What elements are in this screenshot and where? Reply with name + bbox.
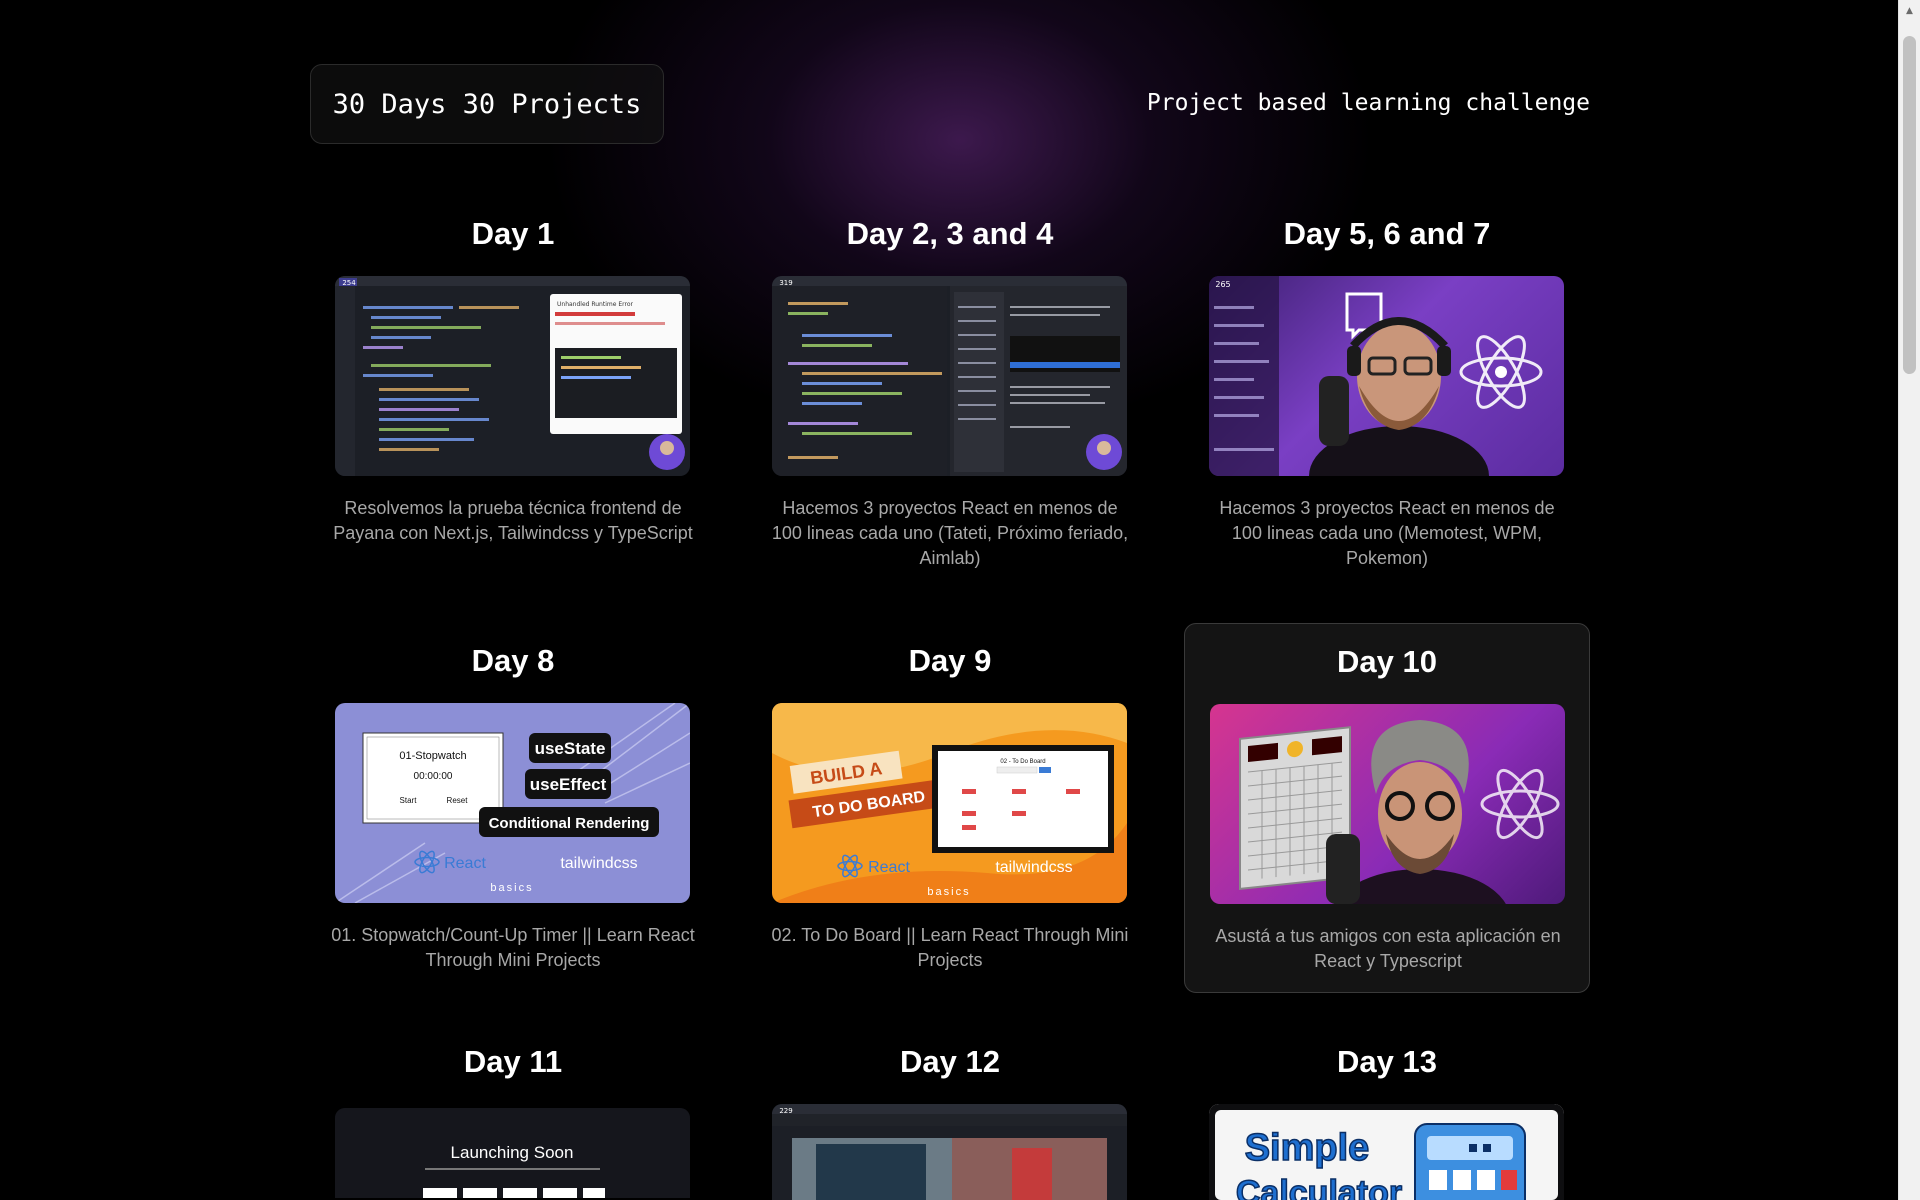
reset-label: Reset — [447, 796, 469, 805]
project-thumbnail[interactable] — [1210, 704, 1565, 904]
viewer-count: 229 — [779, 1107, 792, 1115]
project-card-day-1[interactable]: Day 1 254 Unhandled Runtime Error Resolv… — [310, 196, 716, 586]
project-thumbnail[interactable]: Launching Soon — [335, 1108, 690, 1198]
streamer-minesweeper-photo-icon — [1239, 720, 1560, 904]
banner-word-simple: Simple — [1245, 1127, 1370, 1169]
card-title: Day 2, 3 and 4 — [846, 216, 1054, 251]
banner-word-calculator: Calculator — [1236, 1174, 1402, 1200]
project-card-day-13[interactable]: Day 13 Simple Calculator — [1184, 1024, 1590, 1200]
todo-board-banner-icon: BUILD A TO DO BOARD 02 - To Do Board Rea… — [772, 703, 1127, 903]
tailwind-logo-text: tailwindcss — [560, 855, 637, 872]
code-editor-screenshot-icon: 254 Unhandled Runtime Error — [335, 276, 690, 476]
start-label: Start — [400, 796, 418, 805]
card-description: 01. Stopwatch/Count-Up Timer || Learn Re… — [331, 925, 695, 970]
tailwind-logo-text: tailwindcss — [995, 859, 1072, 876]
tagline: Project based learning challenge — [1146, 90, 1590, 116]
tag-usestate: useState — [535, 739, 606, 758]
browser-screenshot-icon: 229 — [772, 1104, 1127, 1200]
tag-useeffect: useEffect — [530, 775, 607, 794]
card-title: Day 13 — [1337, 1044, 1437, 1079]
stopwatch-time: 00:00:00 — [414, 771, 453, 782]
page-scrollbar[interactable]: ▲ — [1898, 0, 1920, 1200]
card-description: Resolvemos la prueba técnica frontend de… — [333, 498, 693, 543]
scrollbar-thumb[interactable] — [1903, 36, 1916, 374]
card-title: Day 5, 6 and 7 — [1283, 216, 1491, 251]
error-caption: Unhandled Runtime Error — [557, 301, 633, 308]
project-card-day-12[interactable]: Day 12 229 — [747, 1024, 1153, 1200]
basics-label: basics — [490, 882, 533, 894]
react-logo-text: React — [444, 855, 486, 872]
project-thumbnail[interactable]: 265 — [1209, 276, 1564, 476]
streamer-photo-icon: 265 — [1209, 276, 1543, 476]
card-description: Hacemos 3 proyectos React en menos de 10… — [771, 498, 1129, 568]
code-editor-screenshot-icon: 319 — [772, 276, 1127, 476]
card-title: Day 1 — [471, 216, 555, 251]
project-thumbnail[interactable]: 254 Unhandled Runtime Error — [335, 276, 690, 476]
project-card-day-11[interactable]: Day 11 Launching Soon — [310, 1024, 716, 1200]
project-thumbnail[interactable]: 229 — [772, 1104, 1127, 1200]
stopwatch-banner-icon: 01-Stopwatch 00:00:00 Start Reset useSta… — [335, 703, 690, 903]
scroll-up-arrow-icon[interactable]: ▲ — [1899, 6, 1920, 16]
viewer-count: 319 — [779, 279, 792, 287]
project-card-day-9[interactable]: Day 9 BUILD A TO DO BOARD 02 - To Do Boa… — [747, 623, 1153, 993]
card-description: Asustá a tus amigos con esta aplicación … — [1215, 926, 1561, 971]
card-description: Hacemos 3 proyectos React en menos de 10… — [1219, 498, 1555, 568]
launching-soon-screenshot-icon: Launching Soon — [335, 1108, 690, 1198]
project-card-day-8[interactable]: Day 8 01-Stopwatch 00:00:00 Start Reset … — [310, 623, 716, 993]
project-thumbnail[interactable]: 01-Stopwatch 00:00:00 Start Reset useSta… — [335, 703, 690, 903]
basics-label: basics — [927, 886, 970, 898]
card-description: 02. To Do Board || Learn React Through M… — [771, 925, 1129, 970]
site-logo[interactable]: 30 Days 30 Projects — [310, 64, 664, 144]
project-card-day-2-3-4[interactable]: Day 2, 3 and 4 319 Hacemos 3 proyectos R… — [747, 196, 1153, 586]
react-logo-text: React — [868, 859, 910, 876]
page-header: 30 Days 30 Projects Project based learni… — [310, 64, 1590, 146]
stopwatch-title: 01-Stopwatch — [399, 750, 466, 762]
project-thumbnail[interactable]: BUILD A TO DO BOARD 02 - To Do Board Rea… — [772, 703, 1127, 903]
project-card-day-10[interactable]: Day 10 Asustá a tus amigos con esta apli… — [1184, 623, 1590, 993]
tag-conditional-rendering: Conditional Rendering — [489, 815, 650, 832]
viewer-count: 265 — [1215, 280, 1230, 289]
launch-heading: Launching Soon — [451, 1143, 574, 1162]
card-title: Day 8 — [471, 643, 555, 678]
card-title: Day 9 — [908, 643, 992, 678]
project-thumbnail[interactable]: Simple Calculator — [1209, 1104, 1564, 1200]
card-title: Day 12 — [900, 1044, 1000, 1079]
viewer-count: 254 — [342, 279, 356, 287]
calculator-banner-icon: Simple Calculator — [1209, 1104, 1564, 1200]
card-title: Day 11 — [463, 1044, 563, 1079]
card-title: Day 10 — [1337, 644, 1437, 679]
project-thumbnail[interactable]: 319 — [772, 276, 1127, 476]
project-card-day-5-6-7[interactable]: Day 5, 6 and 7 265 Hacemos 3 proyectos R… — [1184, 196, 1590, 586]
board-title: 02 - To Do Board — [1000, 759, 1045, 765]
